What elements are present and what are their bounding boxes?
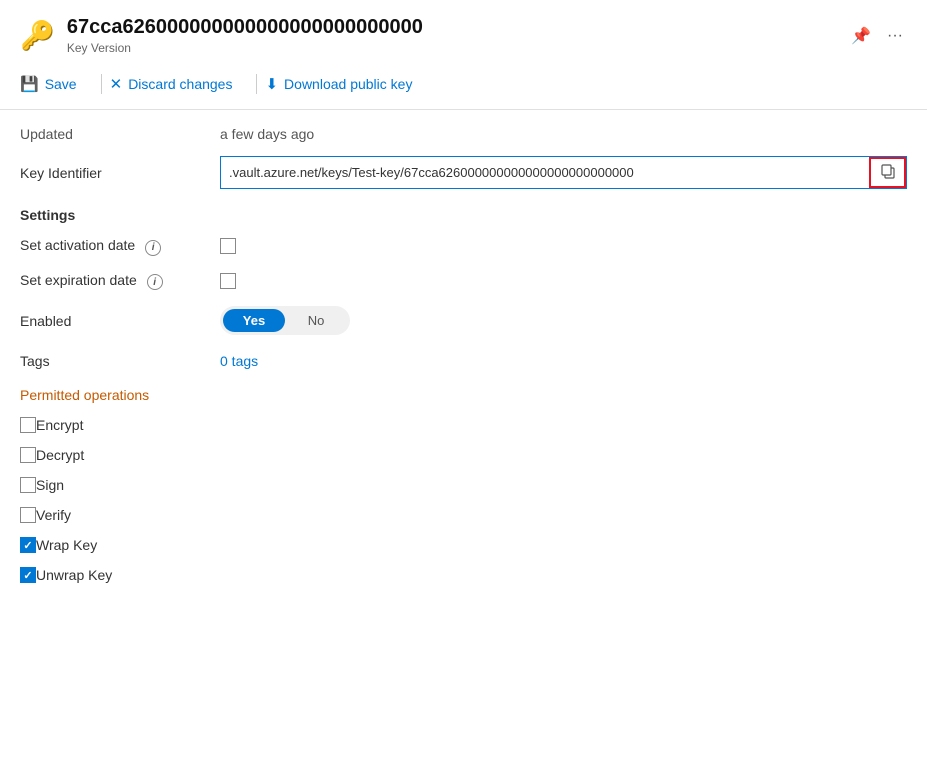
download-button[interactable]: ⬇ Download public key xyxy=(265,69,424,99)
download-icon: ⬇ xyxy=(265,75,278,93)
activation-date-row: Set activation date i xyxy=(20,237,907,256)
enabled-label: Enabled xyxy=(20,313,220,329)
key-identifier-input[interactable] xyxy=(221,159,869,186)
key-id: 67cca626000000000000000000000000 xyxy=(67,16,423,39)
settings-section: Settings Set activation date i Set expir… xyxy=(20,207,907,369)
checkmark-icon: ✓ xyxy=(23,569,32,582)
sign-checkbox[interactable] xyxy=(20,477,36,493)
key-identifier-row: Key Identifier xyxy=(20,156,907,189)
expiration-date-checkbox[interactable] xyxy=(220,273,236,289)
list-item: Encrypt xyxy=(20,417,907,433)
permitted-operations-section: Permitted operations Encrypt Decrypt Sig… xyxy=(20,387,907,583)
save-icon: 💾 xyxy=(20,75,39,93)
discard-icon: ✕ xyxy=(110,75,123,93)
wrap-key-checkbox[interactable]: ✓ xyxy=(20,537,36,553)
decrypt-checkbox[interactable] xyxy=(20,447,36,463)
list-item: ✓ Unwrap Key xyxy=(20,567,907,583)
encrypt-label: Encrypt xyxy=(36,417,83,433)
more-options-button[interactable]: ··· xyxy=(883,23,907,49)
enabled-toggle[interactable]: Yes No xyxy=(220,306,350,335)
toggle-no[interactable]: No xyxy=(285,309,347,332)
decrypt-label: Decrypt xyxy=(36,447,84,463)
discard-button[interactable]: ✕ Discard changes xyxy=(110,69,245,99)
activation-info-icon[interactable]: i xyxy=(145,240,161,256)
permitted-operations-title: Permitted operations xyxy=(20,387,907,403)
unwrap-key-label: Unwrap Key xyxy=(36,567,112,583)
toggle-yes[interactable]: Yes xyxy=(223,309,285,332)
settings-title: Settings xyxy=(20,207,907,223)
activation-date-checkbox[interactable] xyxy=(220,238,236,254)
expiration-info-icon[interactable]: i xyxy=(147,274,163,290)
updated-label: Updated xyxy=(20,126,220,142)
list-item: Decrypt xyxy=(20,447,907,463)
key-identifier-label: Key Identifier xyxy=(20,165,220,181)
key-version-label: Key Version xyxy=(67,41,423,55)
activation-date-label: Set activation date i xyxy=(20,237,220,256)
verify-label: Verify xyxy=(36,507,71,523)
tags-label: Tags xyxy=(20,353,220,369)
checkmark-icon: ✓ xyxy=(23,539,32,552)
copy-button[interactable] xyxy=(869,157,906,188)
sign-label: Sign xyxy=(36,477,64,493)
page-header: 🔑 67cca626000000000000000000000000 Key V… xyxy=(0,0,927,63)
content-area: Updated a few days ago Key Identifier Se… xyxy=(0,110,927,613)
list-item: Verify xyxy=(20,507,907,523)
updated-row: Updated a few days ago xyxy=(20,126,907,142)
tags-row: Tags 0 tags xyxy=(20,353,907,369)
verify-checkbox[interactable] xyxy=(20,507,36,523)
pin-button[interactable]: 📌 xyxy=(847,22,875,50)
encrypt-checkbox[interactable] xyxy=(20,417,36,433)
toolbar-separator-2 xyxy=(256,74,257,94)
updated-value: a few days ago xyxy=(220,126,314,142)
list-item: ✓ Wrap Key xyxy=(20,537,907,553)
unwrap-key-checkbox[interactable]: ✓ xyxy=(20,567,36,583)
key-identifier-field xyxy=(220,156,907,189)
header-actions: 📌 ··· xyxy=(847,22,907,50)
save-button[interactable]: 💾 Save xyxy=(20,69,89,99)
download-label: Download public key xyxy=(284,76,412,92)
expiration-date-row: Set expiration date i xyxy=(20,272,907,291)
list-item: Sign xyxy=(20,477,907,493)
header-text: 67cca626000000000000000000000000 Key Ver… xyxy=(67,16,423,55)
expiration-date-label: Set expiration date i xyxy=(20,272,220,291)
key-icon: 🔑 xyxy=(20,19,55,52)
enabled-row: Enabled Yes No xyxy=(20,306,907,335)
save-label: Save xyxy=(45,76,77,92)
discard-label: Discard changes xyxy=(128,76,232,92)
toolbar: 💾 Save ✕ Discard changes ⬇ Download publ… xyxy=(0,63,927,110)
tags-link[interactable]: 0 tags xyxy=(220,353,258,369)
wrap-key-label: Wrap Key xyxy=(36,537,97,553)
copy-icon xyxy=(880,163,896,179)
toolbar-separator-1 xyxy=(101,74,102,94)
